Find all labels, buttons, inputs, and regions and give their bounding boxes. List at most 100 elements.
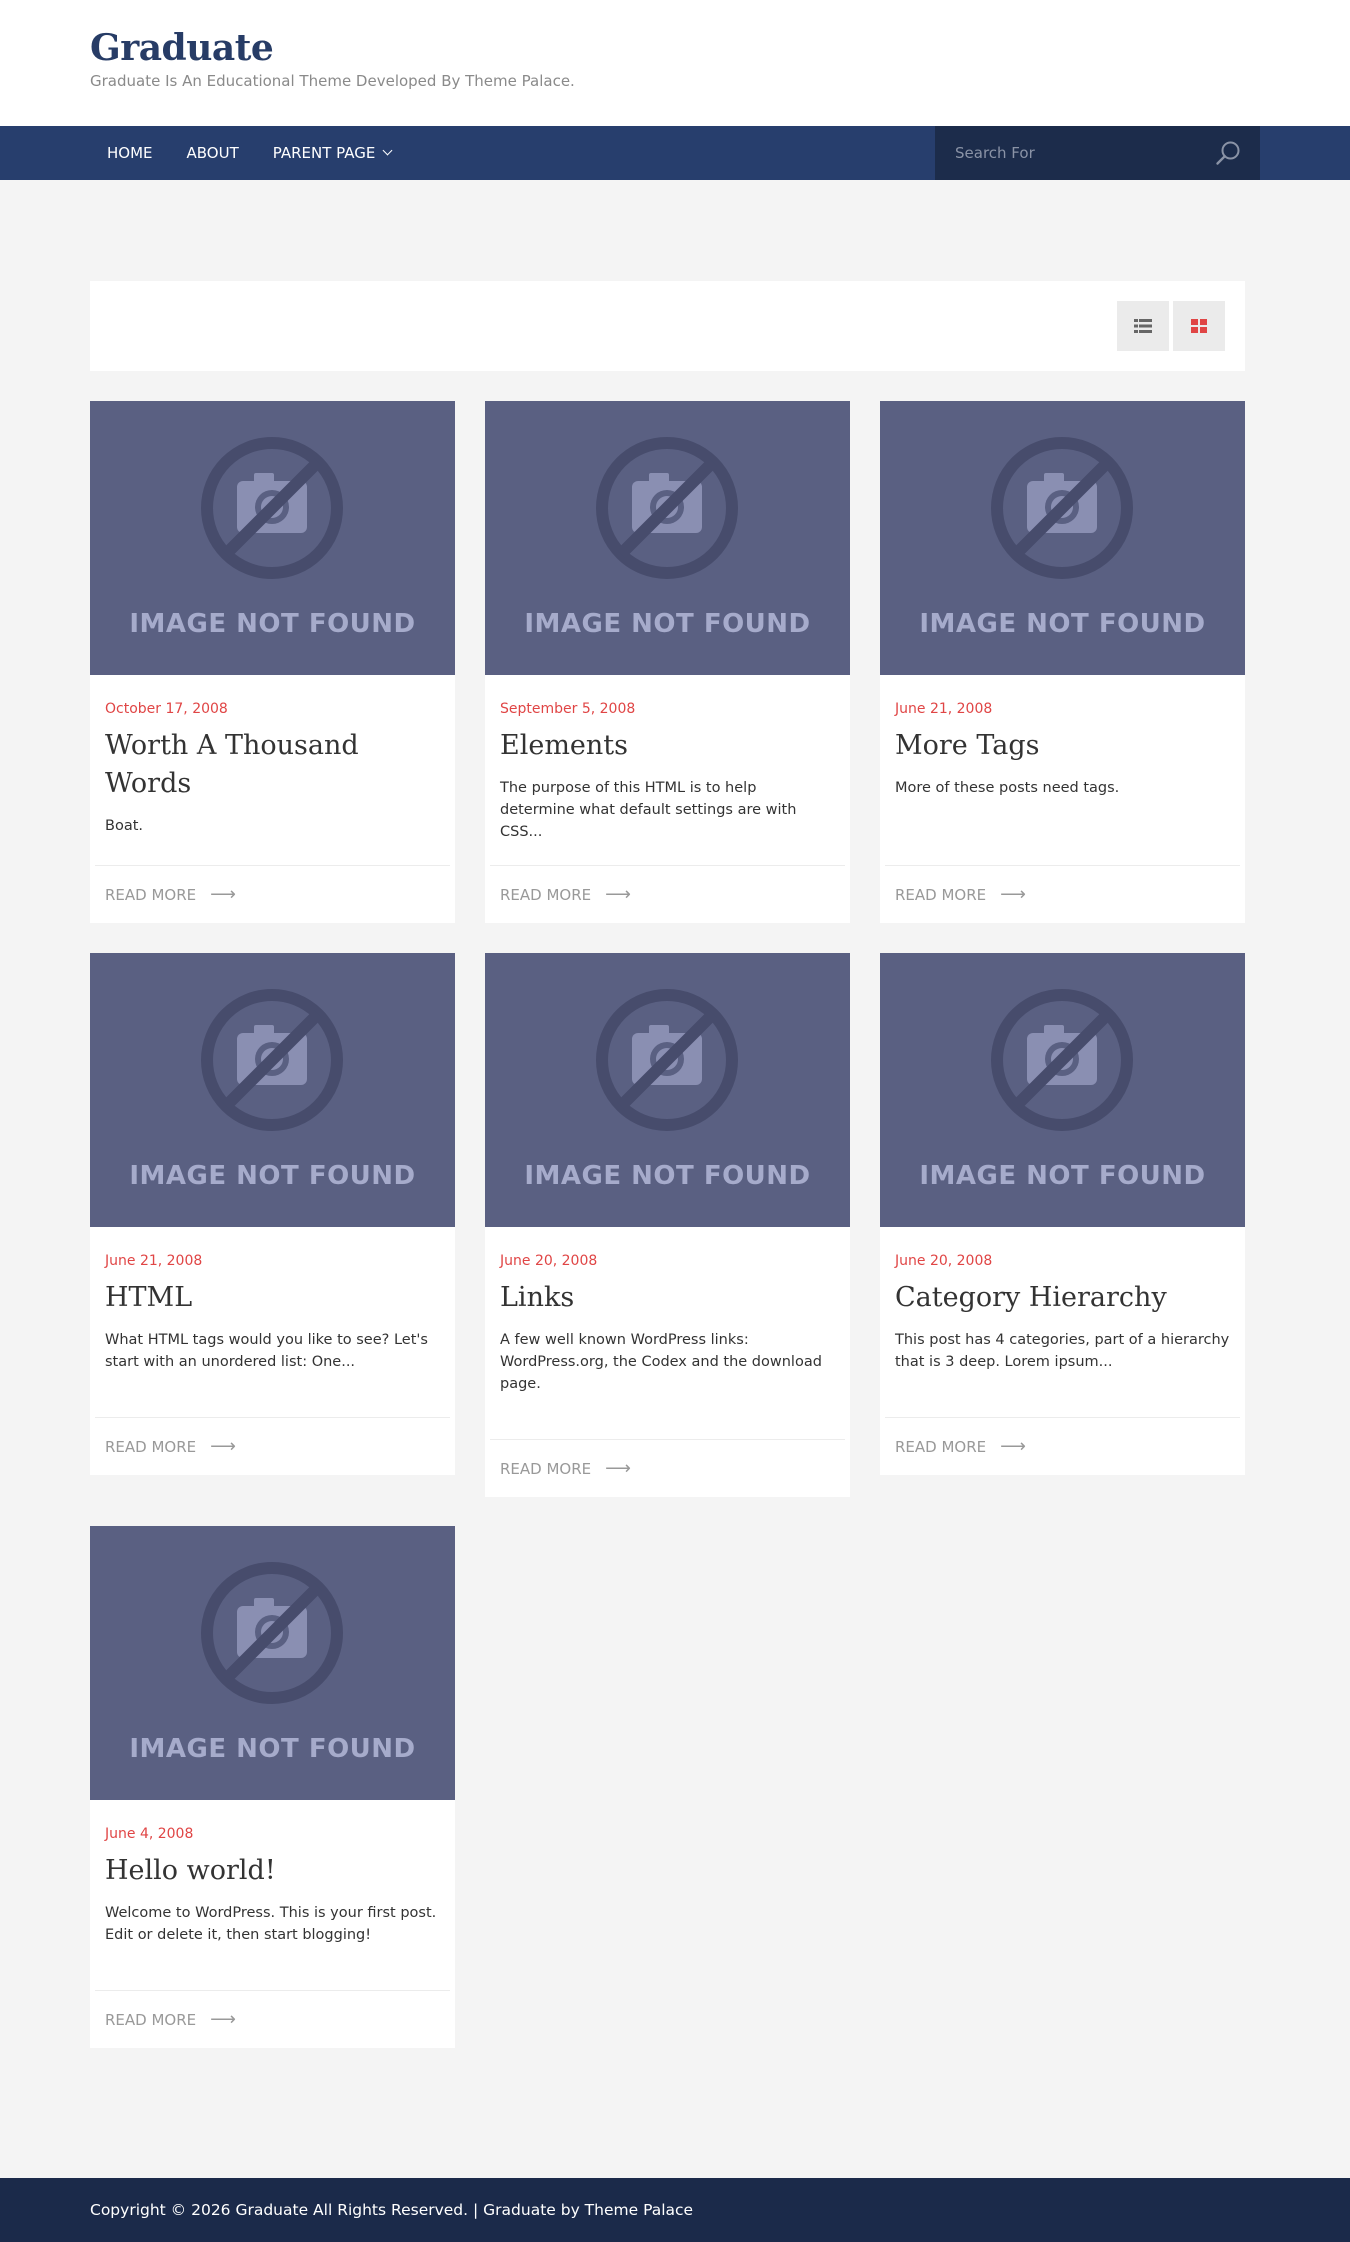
image-placeholder-text: IMAGE NOT FOUND: [129, 1161, 416, 1191]
post-body: June 20, 2008 Category Hierarchy This po…: [880, 1227, 1245, 1373]
site-header: Graduate Graduate Is An Educational Them…: [0, 0, 1350, 126]
read-more-label: READ MORE: [500, 885, 592, 904]
post-title[interactable]: HTML: [105, 1279, 440, 1317]
post-thumbnail[interactable]: IMAGE NOT FOUND: [485, 953, 850, 1227]
post-title[interactable]: Links: [500, 1279, 835, 1317]
post-card: IMAGE NOT FOUND September 5, 2008 Elemen…: [485, 401, 850, 923]
read-more-link[interactable]: READ MORE ⟶: [500, 884, 631, 905]
image-placeholder-text: IMAGE NOT FOUND: [524, 1161, 811, 1191]
post-date[interactable]: June 20, 2008: [895, 1253, 1230, 1269]
post-footer: READ MORE ⟶: [95, 1417, 450, 1475]
nav-item-label: PARENT PAGE: [272, 144, 376, 162]
post-thumbnail[interactable]: IMAGE NOT FOUND: [485, 401, 850, 675]
post-excerpt: Boat.: [105, 818, 143, 834]
post-body: June 4, 2008 Hello world! Welcome to Wor…: [90, 1800, 455, 1946]
arrow-right-icon: ⟶: [605, 1458, 631, 1479]
nav-item-label: ABOUT: [186, 144, 239, 162]
nav-item-parent-page[interactable]: PARENT PAGE: [256, 144, 409, 162]
post-date[interactable]: June 4, 2008: [105, 1826, 440, 1842]
grid-view-button[interactable]: [1173, 301, 1225, 351]
arrow-right-icon: ⟶: [210, 2009, 236, 2030]
nav-item-label: HOME: [107, 144, 153, 162]
post-excerpt: More of these posts need tags.: [895, 780, 1120, 796]
read-more-label: READ MORE: [105, 2010, 197, 2029]
read-more-label: READ MORE: [895, 885, 987, 904]
post-title[interactable]: Elements: [500, 727, 835, 765]
site-footer: Copyright © 2026 Graduate All Rights Res…: [0, 2178, 1350, 2242]
post-thumbnail[interactable]: IMAGE NOT FOUND: [880, 401, 1245, 675]
image-placeholder-text: IMAGE NOT FOUND: [129, 1734, 416, 1764]
read-more-link[interactable]: READ MORE ⟶: [105, 2009, 236, 2030]
arrow-right-icon: ⟶: [1000, 1436, 1026, 1457]
image-placeholder-text: IMAGE NOT FOUND: [129, 609, 416, 639]
search-input[interactable]: [935, 144, 1195, 162]
arrow-right-icon: ⟶: [1000, 884, 1026, 905]
view-toggle-bar: [90, 281, 1245, 371]
post-thumbnail[interactable]: IMAGE NOT FOUND: [90, 953, 455, 1227]
post-body: October 17, 2008 Worth A Thousand Words …: [90, 675, 455, 837]
post-excerpt: Welcome to WordPress. This is your first…: [105, 1905, 437, 1943]
image-placeholder-text: IMAGE NOT FOUND: [919, 609, 1206, 639]
post-body: June 21, 2008 More Tags More of these po…: [880, 675, 1245, 799]
post-excerpt: This post has 4 categories, part of a hi…: [895, 1332, 1230, 1370]
post-footer: READ MORE ⟶: [95, 865, 450, 923]
read-more-link[interactable]: READ MORE ⟶: [895, 1436, 1026, 1457]
copyright-text: Copyright © 2026 Graduate All Rights Res…: [90, 2201, 694, 2219]
post-card: IMAGE NOT FOUND June 20, 2008 Links A fe…: [485, 953, 850, 1497]
post-footer: READ MORE ⟶: [885, 865, 1240, 923]
chevron-down-icon: [382, 145, 393, 156]
post-date[interactable]: October 17, 2008: [105, 701, 440, 717]
site-title[interactable]: Graduate: [90, 22, 575, 74]
post-date[interactable]: June 21, 2008: [895, 701, 1230, 717]
post-footer: READ MORE ⟶: [490, 1439, 845, 1497]
post-excerpt: A few well known WordPress links: WordPr…: [500, 1332, 822, 1392]
post-title[interactable]: More Tags: [895, 727, 1230, 765]
post-card: IMAGE NOT FOUND June 4, 2008 Hello world…: [90, 1526, 455, 2048]
read-more-label: READ MORE: [500, 1459, 592, 1478]
post-footer: READ MORE ⟶: [95, 1990, 450, 2048]
arrow-right-icon: ⟶: [605, 884, 631, 905]
search-icon[interactable]: [1215, 140, 1241, 166]
read-more-link[interactable]: READ MORE ⟶: [105, 884, 236, 905]
nav-menu: HOME ABOUT PARENT PAGE: [90, 126, 408, 180]
post-card: IMAGE NOT FOUND June 20, 2008 Category H…: [880, 953, 1245, 1475]
read-more-link[interactable]: READ MORE ⟶: [105, 1436, 236, 1457]
post-thumbnail[interactable]: IMAGE NOT FOUND: [90, 401, 455, 675]
read-more-link[interactable]: READ MORE ⟶: [895, 884, 1026, 905]
post-card: IMAGE NOT FOUND June 21, 2008 More Tags …: [880, 401, 1245, 923]
post-body: June 21, 2008 HTML What HTML tags would …: [90, 1227, 455, 1373]
post-excerpt: What HTML tags would you like to see? Le…: [105, 1332, 428, 1370]
site-description: Graduate Is An Educational Theme Develop…: [90, 72, 575, 90]
post-card: IMAGE NOT FOUND June 21, 2008 HTML What …: [90, 953, 455, 1475]
post-thumbnail[interactable]: IMAGE NOT FOUND: [880, 953, 1245, 1227]
main-navigation: HOME ABOUT PARENT PAGE: [0, 126, 1350, 180]
arrow-right-icon: ⟶: [210, 884, 236, 905]
read-more-label: READ MORE: [105, 1437, 197, 1456]
post-card: IMAGE NOT FOUND October 17, 2008 Worth A…: [90, 401, 455, 923]
post-footer: READ MORE ⟶: [885, 1417, 1240, 1475]
post-excerpt: The purpose of this HTML is to help dete…: [500, 780, 797, 840]
post-title[interactable]: Worth A Thousand Words: [105, 727, 440, 803]
post-date[interactable]: June 20, 2008: [500, 1253, 835, 1269]
post-date[interactable]: June 21, 2008: [105, 1253, 440, 1269]
read-more-label: READ MORE: [105, 885, 197, 904]
list-view-icon: [1134, 319, 1152, 333]
post-body: September 5, 2008 Elements The purpose o…: [485, 675, 850, 843]
post-title[interactable]: Hello world!: [105, 1852, 440, 1890]
post-thumbnail[interactable]: IMAGE NOT FOUND: [90, 1526, 455, 1800]
site-branding: Graduate Graduate Is An Educational Them…: [90, 22, 575, 90]
grid-view-icon: [1191, 319, 1207, 333]
image-placeholder-text: IMAGE NOT FOUND: [524, 609, 811, 639]
nav-item-about[interactable]: ABOUT: [170, 144, 256, 162]
post-title[interactable]: Category Hierarchy: [895, 1279, 1230, 1317]
nav-item-home[interactable]: HOME: [90, 144, 170, 162]
arrow-right-icon: ⟶: [210, 1436, 236, 1457]
read-more-link[interactable]: READ MORE ⟶: [500, 1458, 631, 1479]
read-more-label: READ MORE: [895, 1437, 987, 1456]
search-form: [935, 126, 1260, 180]
post-footer: READ MORE ⟶: [490, 865, 845, 923]
image-placeholder-text: IMAGE NOT FOUND: [919, 1161, 1206, 1191]
post-date[interactable]: September 5, 2008: [500, 701, 835, 717]
post-body: June 20, 2008 Links A few well known Wor…: [485, 1227, 850, 1395]
list-view-button[interactable]: [1117, 301, 1169, 351]
